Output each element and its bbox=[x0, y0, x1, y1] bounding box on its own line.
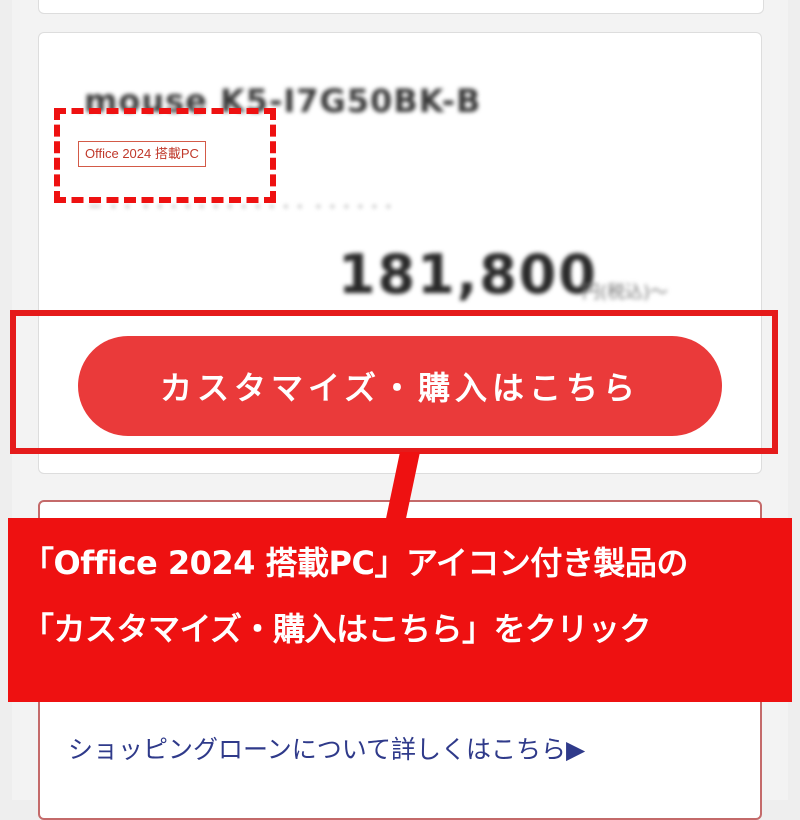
previous-card-edge bbox=[38, 0, 764, 14]
customize-purchase-button[interactable]: カスタマイズ・購入はこちら bbox=[78, 336, 722, 436]
instruction-callout: 「Office 2024 搭載PC」アイコン付き製品の 「カスタマイズ・購入はこ… bbox=[8, 518, 792, 702]
product-price: 181,800 bbox=[338, 243, 598, 306]
callout-line-1: 「Office 2024 搭載PC」アイコン付き製品の bbox=[22, 544, 688, 582]
callout-line-2: 「カスタマイズ・購入はこちら」をクリック bbox=[22, 610, 652, 648]
shopping-loan-link[interactable]: ショッピングローンについて詳しくはこちら▶ bbox=[68, 730, 585, 766]
product-spec-line: ー ・・ ・・・・・・・・・・・・ ・・・・・・ bbox=[88, 200, 396, 216]
price-unit: 円(税込)〜 bbox=[582, 282, 669, 303]
product-model-name[interactable]: mouse K5-I7G50BK-B bbox=[84, 82, 481, 120]
office-2024-badge: Office 2024 搭載PC bbox=[78, 141, 206, 167]
play-arrow-icon: ▶ bbox=[566, 735, 586, 764]
shopping-loan-link-label: ショッピングローンについて詳しくはこちら bbox=[68, 735, 567, 764]
